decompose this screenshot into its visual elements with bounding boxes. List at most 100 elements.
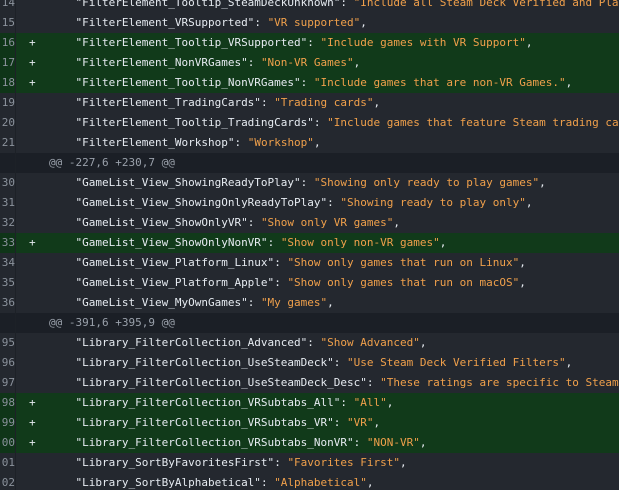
diff-added-row: 17 + "FilterElement_NonVRGames": "Non-VR … [0, 53, 619, 73]
gutter-divider [15, 333, 16, 353]
line-number: 30 [0, 173, 15, 193]
code-text: "FilterElement_Tooltip_SteamDeckUnknown"… [49, 0, 619, 13]
line-number: 17 [0, 53, 15, 73]
string-key: "GameList_View_Platform_Apple" [75, 276, 275, 289]
gutter-divider [15, 393, 16, 413]
gutter-divider [15, 53, 16, 73]
code-text: "FilterElement_Tooltip_TradingCards": "I… [49, 113, 619, 133]
string-key: "Library_SortByFavoritesFirst" [75, 456, 275, 469]
gutter-divider [15, 453, 16, 473]
added-marker: + [29, 436, 36, 449]
code-text: "FilterElement_Workshop": "Workshop", [75, 136, 321, 149]
string-value: "My games" [260, 296, 328, 309]
line-number-text: 36 [1, 296, 15, 309]
diff-context-row: 01 "Library_SortByFavoritesFirst": "Favo… [0, 453, 619, 473]
diff-added-row: 18 + "FilterElement_Tooltip_NonVRGames": … [0, 73, 619, 93]
string-value: "NON-VR" [366, 436, 420, 449]
diff-context-row: 31 "GameList_View_ShowingOnlyReadyToPlay… [0, 193, 619, 213]
code-text: "GameList_View_ShowingOnlyReadyToPlay": … [75, 196, 533, 209]
code-text: "GameList_View_MyOwnGames": "My games", [75, 296, 334, 309]
diff-context-row: 96 "Library_FilterCollection_UseSteamDec… [0, 353, 619, 373]
diff-context-row: 30 "GameList_View_ShowingReadyToPlay": "… [0, 173, 619, 193]
line-number: 33 [0, 233, 15, 253]
line-number-text: 01 [1, 456, 15, 469]
code-text: "GameList_View_ShowingReadyToPlay": "Sho… [75, 176, 546, 189]
gutter-divider [15, 93, 16, 113]
string-key: "Library_FilterCollection_VRSubtabs_NonV… [75, 436, 354, 449]
line-number: 34 [0, 253, 15, 273]
line-number-text: 95 [1, 336, 15, 349]
diff-context-row: 15 "FilterElement_VRSupported": "VR supp… [0, 13, 619, 33]
line-number-text: 30 [1, 176, 15, 189]
diff-added-row: 00 + "Library_FilterCollection_VRSubtabs_… [0, 433, 619, 453]
code-text: "FilterElement_NonVRGames": "Non-VR Game… [75, 56, 361, 69]
line-number-text: 00 [1, 436, 15, 449]
line-number [0, 153, 15, 173]
line-number: 99 [0, 413, 15, 433]
line-number-text: 02 [1, 476, 15, 489]
code-text: "Library_FilterCollection_VRSubtabs_All"… [75, 396, 394, 409]
diff-added-row: 16 + "FilterElement_Tooltip_VRSupported":… [0, 33, 619, 53]
diff-context-row: 95 "Library_FilterCollection_Advanced": … [0, 333, 619, 353]
gutter-divider [15, 313, 16, 333]
gutter-divider [15, 433, 16, 453]
line-number-text: 18 [1, 76, 15, 89]
line-number: 97 [0, 373, 15, 393]
line-number: 15 [0, 13, 15, 33]
code-text: "FilterElement_Tooltip_NonVRGames": "Inc… [75, 76, 573, 89]
line-number: 19 [0, 93, 15, 113]
string-key: "Library_FilterCollection_Advanced" [75, 336, 308, 349]
diff-context-row: 20 "FilterElement_Tooltip_TradingCards":… [0, 113, 619, 133]
line-number: 98 [0, 393, 15, 413]
line-number: 18 [0, 73, 15, 93]
string-value: "Trading cards" [274, 96, 374, 109]
string-value: "VR" [347, 416, 374, 429]
added-marker: + [29, 36, 36, 49]
diff-added-row: 98 + "Library_FilterCollection_VRSubtabs_… [0, 393, 619, 413]
line-number-text: 21 [1, 136, 15, 149]
added-marker: + [29, 236, 36, 249]
hunk-header-row: @@ -227,6 +230,7 @@ [0, 153, 619, 173]
diff-view: 14 "FilterElement_Tooltip_SteamDeckUnkno… [0, 0, 619, 490]
code-text: "GameList_View_ShowOnlyVR": "Show only V… [75, 216, 401, 229]
gutter-divider [15, 0, 16, 13]
string-key: "GameList_View_ShowingReadyToPlay" [75, 176, 301, 189]
line-number: 21 [0, 133, 15, 153]
line-number: 31 [0, 193, 15, 213]
code-text: "FilterElement_Tooltip_VRSupported": "In… [75, 36, 533, 49]
string-value: "Include games with VR Support" [320, 36, 526, 49]
string-key: "FilterElement_TradingCards" [75, 96, 261, 109]
string-key: "FilterElement_Tooltip_NonVRGames" [75, 76, 301, 89]
line-number-text: 31 [1, 196, 15, 209]
added-marker: + [29, 416, 36, 429]
diff-context-row: 36 "GameList_View_MyOwnGames": "My games… [0, 293, 619, 313]
gutter-divider [15, 33, 16, 53]
gutter-divider [15, 273, 16, 293]
string-key: "FilterElement_Tooltip_TradingCards" [75, 116, 314, 129]
added-marker: + [29, 76, 36, 89]
line-number-text: 17 [1, 56, 15, 69]
string-key: "Library_FilterCollection_UseSteamDeck_D… [75, 376, 367, 389]
string-value: "Use Steam Deck Verified Filters" [347, 356, 566, 369]
code-text: "Library_FilterCollection_UseSteamDeck_D… [49, 373, 619, 393]
line-number: 00 [0, 433, 15, 453]
line-number-text: 20 [1, 116, 15, 129]
string-value: "Alphabetical" [274, 476, 367, 489]
line-number-text: 98 [1, 396, 15, 409]
hunk-header-row: @@ -391,6 +395,9 @@ [0, 313, 619, 333]
line-number [0, 313, 15, 333]
code-text: @@ -227,6 +230,7 @@ [49, 153, 175, 173]
string-value: "Include all Steam Deck Verified and Pla… [353, 0, 619, 9]
line-number-text: 14 [1, 0, 15, 9]
line-number-text: 99 [1, 416, 15, 429]
line-number: 32 [0, 213, 15, 233]
line-number: 96 [0, 353, 15, 373]
code-text: "FilterElement_VRSupported": "VR support… [75, 16, 367, 29]
line-number-text: 32 [1, 216, 15, 229]
string-key: "GameList_View_Platform_Linux" [75, 256, 275, 269]
gutter-divider [15, 73, 16, 93]
diff-context-row: 02 "Library_SortByAlphabetical": "Alphab… [0, 473, 619, 490]
code-text: "FilterElement_TradingCards": "Trading c… [75, 96, 381, 109]
gutter-divider [15, 13, 16, 33]
string-value: "Include games that are non-VR Games." [313, 76, 566, 89]
